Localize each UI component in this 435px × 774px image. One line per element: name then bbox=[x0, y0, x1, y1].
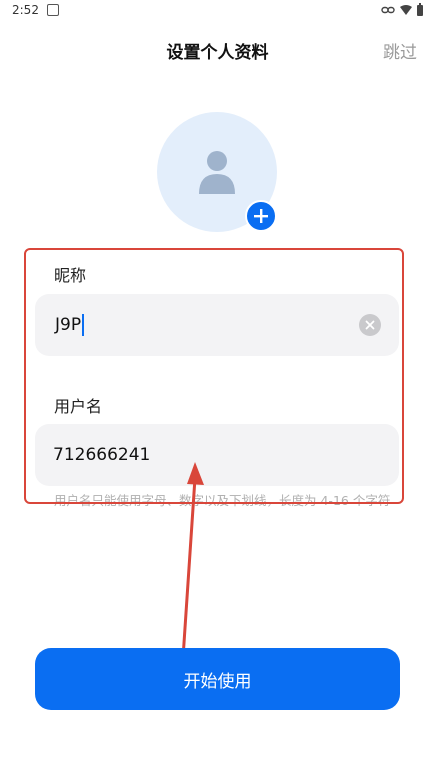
status-time: 2:52 bbox=[12, 3, 39, 17]
page-title: 设置个人资料 bbox=[166, 43, 269, 63]
profile-setup-screen: 2:52 设置个人资料 跳过 昵称 J9P 用户名 712666241 用户名只… bbox=[0, 0, 435, 774]
close-icon bbox=[365, 320, 375, 330]
nickname-label: 昵称 bbox=[54, 266, 87, 285]
person-icon bbox=[199, 151, 235, 194]
clear-icon[interactable] bbox=[359, 314, 381, 336]
username-input[interactable]: 712666241 bbox=[35, 424, 399, 486]
nickname-input[interactable]: J9P bbox=[35, 294, 399, 356]
username-hint: 用户名只能使用字母、数字以及下划线，长度为 4-16 个字符 bbox=[54, 493, 391, 508]
username-label: 用户名 bbox=[54, 397, 103, 416]
nickname-value: J9P bbox=[55, 315, 82, 335]
header: 设置个人资料 跳过 bbox=[0, 38, 435, 68]
start-button[interactable]: 开始使用 bbox=[35, 648, 400, 710]
link-icon bbox=[381, 6, 395, 14]
shield-icon bbox=[46, 4, 59, 16]
text-caret bbox=[82, 314, 85, 336]
skip-button[interactable]: 跳过 bbox=[383, 38, 417, 68]
status-bar: 2:52 bbox=[0, 0, 435, 20]
wifi-icon bbox=[400, 5, 412, 15]
plus-icon bbox=[254, 209, 268, 223]
username-value: 712666241 bbox=[53, 445, 151, 465]
status-icons bbox=[381, 2, 423, 16]
battery-icon bbox=[417, 2, 423, 16]
add-avatar-button[interactable] bbox=[245, 200, 277, 232]
